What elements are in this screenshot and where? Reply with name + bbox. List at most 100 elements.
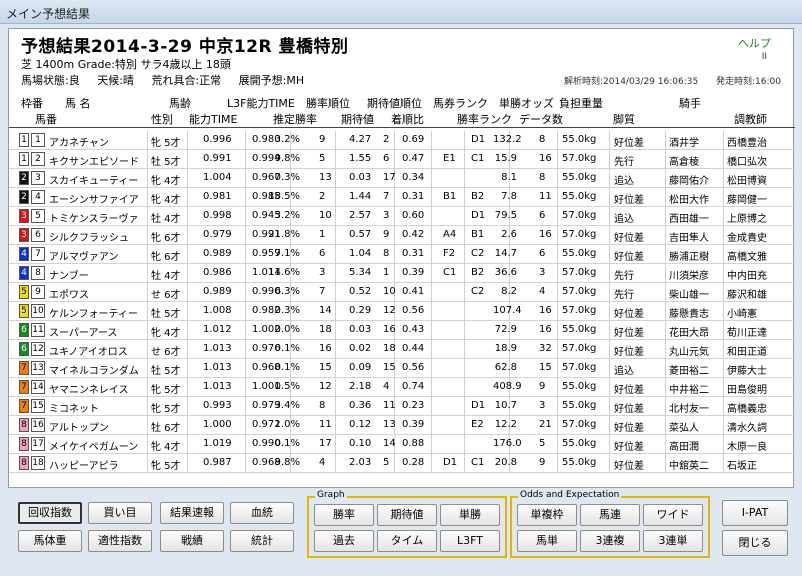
- est-win-rate: 3.4%: [274, 400, 300, 411]
- win-rank-grade: C2: [471, 286, 485, 297]
- ability-time: 0.993: [203, 400, 232, 411]
- column-separator: [147, 416, 148, 435]
- column-separator: [431, 416, 432, 435]
- column-separator: [431, 188, 432, 207]
- win-odds: 7.8: [501, 191, 517, 202]
- window-title: メイン予想結果: [6, 7, 91, 21]
- finish-ratio: 0.34: [402, 172, 425, 183]
- column-separator: [187, 340, 188, 359]
- odds-umaren-button[interactable]: 馬連: [580, 504, 640, 526]
- column-separator: [245, 397, 246, 416]
- table-row[interactable]: 8 16 アルトップン牡 6才 1.000 0.972 1.0% 11 0.12 13 0.39 E…: [9, 416, 795, 435]
- umaban-badge: 1: [31, 133, 45, 147]
- win-odds: 62.8: [494, 362, 517, 373]
- table-row[interactable]: 5 9 エポワスせ 6才 0.989 0.990 6.3% 7 0.52 10 0.41 C2 8.2…: [9, 283, 795, 302]
- pedigree-button[interactable]: 血統: [230, 502, 294, 524]
- odds-trifecta-button[interactable]: 3連単: [643, 530, 703, 552]
- finish-ratio: 0.60: [402, 210, 425, 221]
- statistics-button[interactable]: 統計: [230, 530, 294, 552]
- table-row[interactable]: 5 10 ケルンフォーティー牡 5才 1.008 0.982 0.3% 14 0.29 12 0.…: [9, 302, 795, 321]
- table-row[interactable]: 7 13 マイネルコランダム牡 5才 1.013 0.968 0.1% 15 0.09 15 0.…: [9, 359, 795, 378]
- pace-forecast: 展開予想:MH: [238, 74, 305, 87]
- column-separator: [723, 340, 724, 359]
- close-button[interactable]: 閉じる: [722, 530, 788, 556]
- graph-l3ft-button[interactable]: L3FT: [440, 530, 500, 552]
- finish-ratio: 0.23: [402, 400, 425, 411]
- running-style: 好位差: [614, 461, 644, 472]
- column-separator: [187, 435, 188, 454]
- column-separator: [464, 359, 465, 378]
- table-row[interactable]: 6 11 スーパーアース牝 4才 1.012 1.002 0.0% 18 0.03 16 0.43…: [9, 321, 795, 340]
- column-separator: [394, 226, 395, 245]
- waku-badge: 7: [19, 380, 29, 394]
- odds-wide-button[interactable]: ワイド: [643, 504, 703, 526]
- column-separator: [557, 207, 558, 226]
- aptitude-index-button[interactable]: 適性指数: [88, 530, 152, 552]
- column-separator: [464, 207, 465, 226]
- analysis-time: 解析時刻:2014/03/29 16:06:35: [564, 77, 699, 87]
- column-separator: [335, 416, 336, 435]
- column-separator: [557, 264, 558, 283]
- table-row[interactable]: 3 5 トミケンスラーヴァ牡 4才 0.998 0.945 3.2% 10 2.57 3 0.60…: [9, 207, 795, 226]
- table-row[interactable]: 8 17 メイケイペガムーン牝 4才 1.019 0.990 0.1% 17 0.10 14 0.…: [9, 435, 795, 454]
- column-separator: [431, 321, 432, 340]
- finish-ratio: 0.69: [402, 134, 425, 145]
- table-row[interactable]: 6 12 ユキノアイオロスせ 6才 1.013 0.976 0.1% 16 0.02 18 0.4…: [9, 340, 795, 359]
- burden-weight: 55.0kg: [562, 134, 597, 145]
- est-win-rate: 3.2%: [274, 134, 300, 145]
- horse-sex-age: 牡 5才: [151, 309, 181, 320]
- col-ability: 能力TIME: [189, 113, 238, 126]
- column-separator: [665, 302, 666, 321]
- column-separator: [609, 150, 610, 169]
- record-button[interactable]: 戦績: [160, 530, 224, 552]
- horse-sex-age: 牝 5才: [151, 138, 181, 149]
- column-separator: [187, 283, 188, 302]
- graph-win-rate-button[interactable]: 勝率: [314, 504, 374, 526]
- table-row[interactable]: 8 18 ハッピーアピラ牝 5才 0.987 0.968 9.8% 4 2.03 5 0.28 D1…: [9, 454, 795, 473]
- result-flash-button[interactable]: 結果速報: [160, 502, 224, 524]
- odds-trio-button[interactable]: 3連複: [580, 530, 640, 552]
- win-rank: 2: [319, 191, 326, 202]
- help-link[interactable]: ヘルプ: [738, 35, 771, 51]
- column-separator: [245, 169, 246, 188]
- column-separator: [147, 359, 148, 378]
- column-separator: [335, 435, 336, 454]
- ipat-button[interactable]: I-PAT: [722, 500, 788, 526]
- table-row[interactable]: 2 3 スカイキューティー牝 4才 1.004 0.967 0.3% 13 0.03 17 0.3…: [9, 169, 795, 188]
- burden-weight: 55.0kg: [562, 457, 597, 468]
- table-row[interactable]: 7 14 ヤマニンネレイス牝 5才 1.013 1.001 0.5% 12 2.18 4 0.74…: [9, 378, 795, 397]
- column-separator: [335, 264, 336, 283]
- pin-icon[interactable]: II: [762, 52, 767, 62]
- column-separator: [609, 397, 610, 416]
- column-separator: [665, 340, 666, 359]
- body-weight-button[interactable]: 馬体重: [18, 530, 82, 552]
- column-separator: [431, 283, 432, 302]
- horse-sex-age: 牝 4才: [151, 195, 181, 206]
- table-row[interactable]: 4 8 ナンブー牡 4才 0.986 1.011 14.6% 3 5.34 1 0.39 C1 B2 3…: [9, 264, 795, 283]
- graph-tansho-button[interactable]: 単勝: [440, 504, 500, 526]
- table-row[interactable]: 2 4 エーシンサファイア牝 4才 0.981 0.985 18.5% 2 1.44 7 0.31…: [9, 188, 795, 207]
- table-row[interactable]: 1 1 アカネチャン牝 5才 0.996 0.980 3.2% 9 4.27 2 0.69 D1 13…: [9, 131, 795, 150]
- est-win-rate: 3.2%: [274, 210, 300, 221]
- ev-rank: 9: [383, 229, 390, 240]
- table-row[interactable]: 4 7 アルマヴァアン牝 6才 0.989 0.959 7.1% 6 1.04 8 0.31 F2 C…: [9, 245, 795, 264]
- buy-targets-button[interactable]: 買い目: [88, 502, 152, 524]
- graph-past-button[interactable]: 過去: [314, 530, 374, 552]
- column-separator: [335, 397, 336, 416]
- recovery-index-button[interactable]: 回収指数: [18, 502, 82, 524]
- window-titlebar[interactable]: メイン予想結果: [0, 0, 802, 24]
- column-separator: [187, 378, 188, 397]
- column-separator: [394, 454, 395, 473]
- table-row[interactable]: 1 2 キクサンエピソード牡 5才 0.991 0.994 9.8% 5 1.55 6 0.47 E…: [9, 150, 795, 169]
- col-est-win: 推定勝率: [273, 113, 317, 126]
- est-win-rate: 0.5%: [274, 381, 300, 392]
- graph-expected-button[interactable]: 期待値: [377, 504, 437, 526]
- column-separator: [609, 359, 610, 378]
- table-row[interactable]: 3 6 シルクフラッシュ牝 6才 0.979 0.991 21.8% 1 0.57 9 0.42 A…: [9, 226, 795, 245]
- horse-name: アルトップン: [49, 423, 109, 434]
- odds-umatan-button[interactable]: 馬単: [517, 530, 577, 552]
- odds-wakuren-button[interactable]: 単複枠: [517, 504, 577, 526]
- table-row[interactable]: 7 15 ミコネット牝 5才 0.993 0.979 3.4% 8 0.36 11 0.23 D1 1…: [9, 397, 795, 416]
- graph-time-button[interactable]: タイム: [377, 530, 437, 552]
- column-separator: [464, 131, 465, 150]
